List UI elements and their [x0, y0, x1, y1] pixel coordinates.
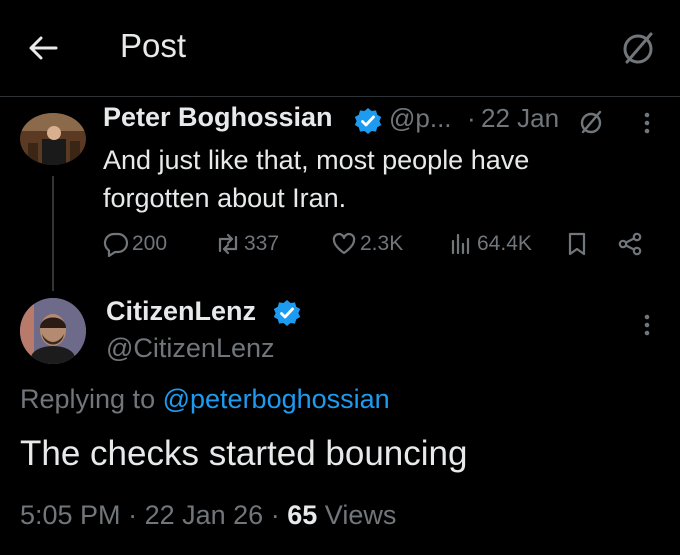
arrow-left-icon[interactable]: [26, 31, 60, 65]
tweet-date[interactable]: 22 Jan 26: [145, 500, 264, 530]
repost-button[interactable]: 337: [215, 229, 279, 259]
like-button[interactable]: 2.3K: [331, 229, 403, 259]
verified-badge-icon: [273, 299, 301, 327]
separator-dot: ·: [128, 500, 138, 530]
views-button[interactable]: 64.4K: [448, 229, 532, 259]
share-icon[interactable]: [617, 231, 643, 257]
more-options-icon[interactable]: [634, 110, 660, 136]
tweet-text: The checks started bouncing: [20, 434, 468, 473]
tweet-date[interactable]: 22 Jan: [481, 103, 559, 134]
top-bar: [0, 0, 680, 97]
like-count: 2.3K: [360, 232, 404, 255]
views-count[interactable]: 65: [287, 500, 317, 530]
views-count: 64.4K: [477, 232, 532, 255]
tweet-text: And just like that, most people have for…: [103, 145, 530, 213]
replying-to: Replying to @peterboghossian: [20, 384, 390, 415]
views-label: Views: [324, 500, 397, 530]
reply-count: 200: [132, 232, 168, 255]
heart-icon: [331, 231, 357, 257]
avatar[interactable]: [20, 298, 86, 364]
reply-icon: [103, 231, 129, 257]
verified-badge-icon: [354, 107, 382, 135]
more-options-icon[interactable]: [634, 312, 660, 338]
analytics-icon: [448, 231, 474, 257]
repost-count: 337: [244, 232, 280, 255]
author-handle[interactable]: @p...: [389, 103, 452, 134]
tweet-time[interactable]: 5:05 PM: [20, 500, 121, 530]
avatar[interactable]: [20, 113, 86, 165]
bookmark-icon[interactable]: [564, 231, 590, 257]
repost-icon: [215, 231, 241, 257]
grok-icon[interactable]: [618, 28, 658, 68]
mention-link[interactable]: @peterboghossian: [163, 384, 390, 414]
separator-dot: ·: [467, 103, 476, 133]
author-handle[interactable]: @CitizenLenz: [106, 333, 275, 364]
author-name[interactable]: CitizenLenz: [106, 296, 256, 327]
author-name[interactable]: Peter Boghossian: [103, 102, 333, 133]
replying-prefix: Replying to: [20, 384, 156, 414]
reply-button[interactable]: 200: [103, 229, 167, 259]
page-title: Post: [120, 27, 187, 64]
tweet-metadata: 5:05 PM · 22 Jan 26 · 65 Views: [20, 500, 396, 531]
thread-line: [52, 176, 54, 291]
grok-icon[interactable]: [577, 108, 605, 136]
separator-dot: ·: [270, 500, 280, 530]
